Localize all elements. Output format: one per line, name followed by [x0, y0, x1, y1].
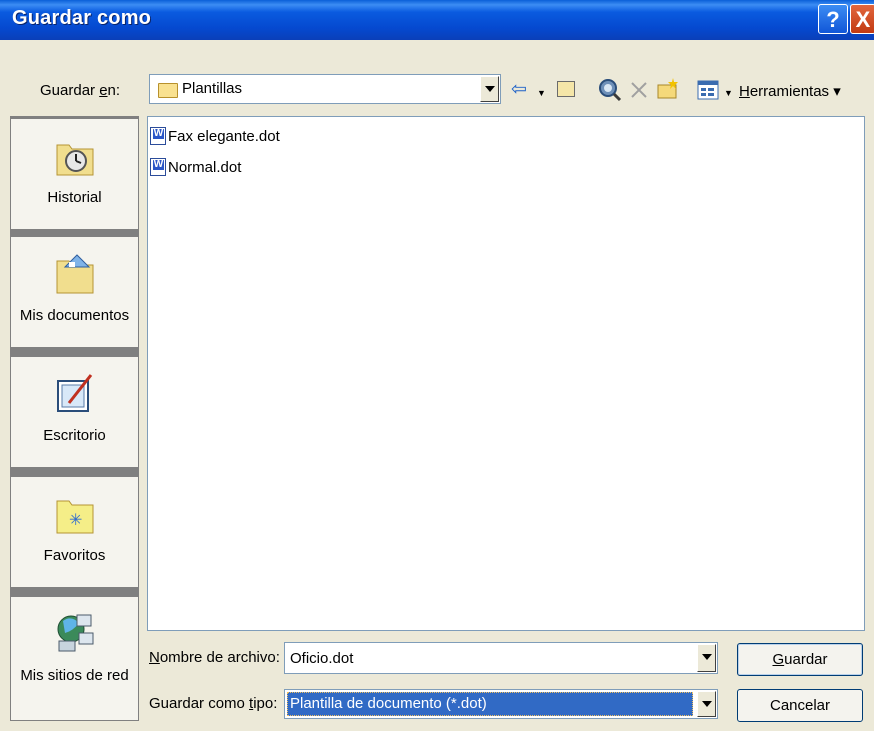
place-label: Mis documentos: [19, 307, 130, 324]
network-places-icon: [57, 614, 94, 652]
filetype-dropdown-button[interactable]: [697, 691, 716, 717]
folder-icon: [158, 83, 178, 98]
save-in-label: Guardar en:: [40, 82, 121, 99]
save-in-combo[interactable]: Plantillas: [149, 74, 501, 104]
list-item[interactable]: Fax elegante.dot: [150, 127, 280, 149]
up-folder-icon[interactable]: [557, 81, 575, 97]
list-item[interactable]: Normal.dot: [150, 158, 241, 180]
save-in-value: Plantillas: [182, 80, 243, 97]
filename-dropdown-button[interactable]: [697, 644, 716, 672]
favorites-icon: ✳: [56, 500, 94, 534]
desktop-icon: [57, 374, 93, 412]
place-escritorio[interactable]: Escritorio: [11, 357, 138, 467]
filetype-value: Plantilla de documento (*.dot): [290, 695, 487, 712]
file-name: Normal.dot: [168, 159, 242, 176]
place-label: Favoritos: [43, 547, 106, 564]
tools-menu[interactable]: Herramientas ▾: [739, 82, 841, 100]
word-template-icon: [150, 127, 166, 145]
filetype-select[interactable]: Plantilla de documento (*.dot): [284, 689, 718, 719]
svg-text:✳: ✳: [69, 510, 82, 529]
save-button[interactable]: Guardar: [737, 643, 863, 676]
delete-icon[interactable]: [630, 81, 648, 99]
place-label: Mis sitios de red: [20, 667, 129, 684]
window-title: Guardar como: [12, 7, 152, 29]
save-in-dropdown-button[interactable]: [480, 76, 499, 102]
filename-label: Nombre de archivo:: [149, 649, 280, 666]
filetype-label: Guardar como tipo:: [149, 695, 278, 712]
search-web-icon[interactable]: [598, 78, 622, 102]
new-folder-icon[interactable]: [656, 77, 680, 101]
place-historial[interactable]: Historial: [11, 119, 138, 229]
file-list[interactable]: Fax elegante.dot Normal.dot: [147, 116, 865, 631]
place-mis-sitios-de-red[interactable]: Mis sitios de red: [11, 597, 138, 720]
file-name: Fax elegante.dot: [168, 128, 280, 145]
back-icon[interactable]: ⇦: [511, 78, 527, 101]
filename-value: Oficio.dot: [290, 650, 354, 667]
cancel-button[interactable]: Cancelar: [737, 689, 863, 722]
place-label: Historial: [47, 189, 102, 206]
help-button[interactable]: ?: [818, 4, 848, 34]
place-favoritos[interactable]: ✳ Favoritos: [11, 477, 138, 587]
filename-input[interactable]: Oficio.dot: [284, 642, 718, 674]
history-icon: [56, 144, 94, 176]
views-icon[interactable]: [697, 80, 719, 100]
back-dropdown-icon[interactable]: ▼: [537, 88, 546, 98]
place-label: Escritorio: [43, 427, 106, 444]
my-documents-icon: [56, 254, 94, 294]
title-bar[interactable]: Guardar como ? X: [0, 0, 874, 40]
close-button[interactable]: X: [850, 4, 874, 34]
word-template-icon: [150, 158, 166, 176]
places-bar: Historial Mis documentos Escritorio ✳ Fa…: [10, 116, 139, 721]
place-mis-documentos[interactable]: Mis documentos: [11, 237, 138, 347]
views-dropdown-icon[interactable]: ▼: [724, 88, 733, 98]
